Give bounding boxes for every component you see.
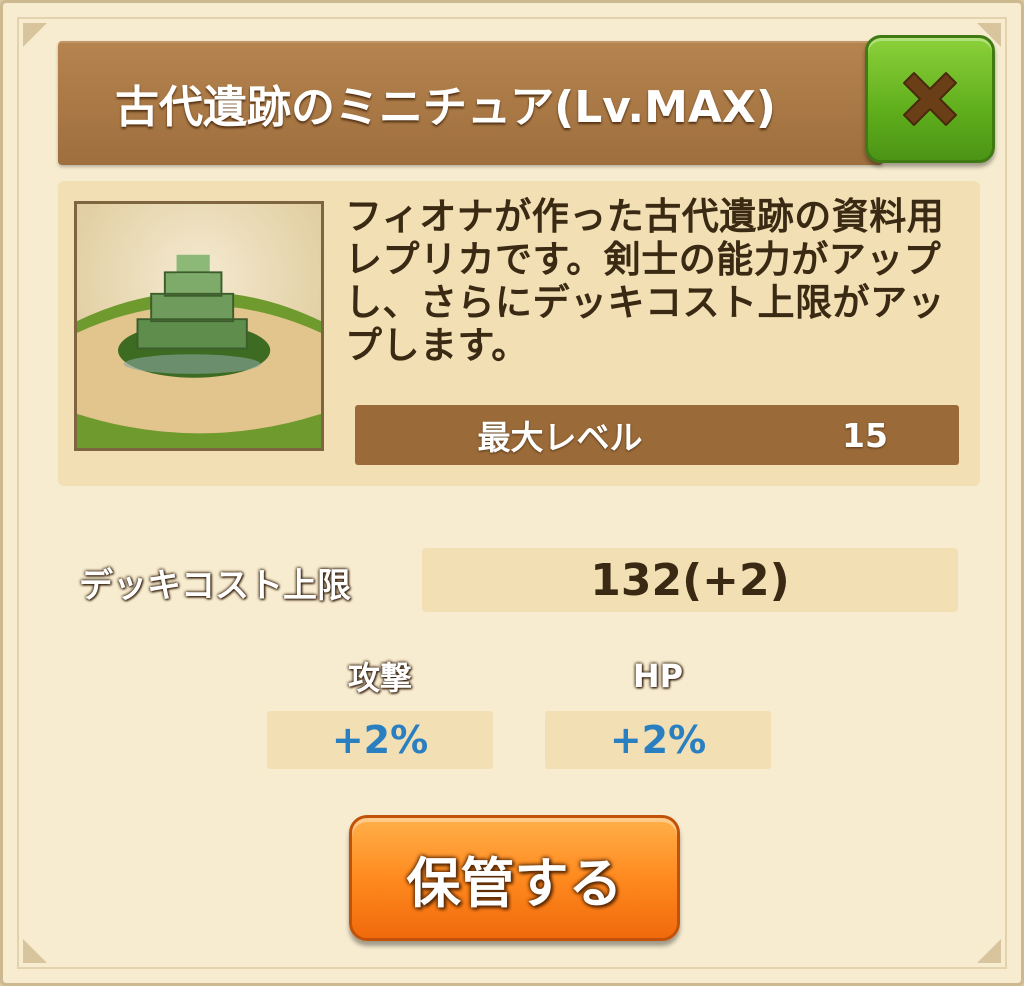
store-button[interactable]: 保管する: [349, 815, 680, 941]
deck-cost-label: デッキコスト上限: [79, 565, 351, 606]
corner-ornament-icon: [975, 937, 1003, 965]
ancient-ruins-miniature-icon: [74, 201, 324, 451]
close-button[interactable]: [865, 35, 995, 163]
attack-value: +2%: [267, 711, 493, 769]
max-level-bar: 最大レベル 15: [355, 405, 959, 465]
item-description: フィオナが作った古代遺跡の資料用レプリカです。剣士の能力がアップし、さらにデッキ…: [345, 195, 945, 367]
max-level-label: 最大レベル: [477, 418, 643, 457]
attack-label: 攻撃: [347, 659, 412, 697]
max-level-value: 15: [842, 415, 888, 455]
hp-label: HP: [632, 657, 684, 695]
dialog-title-bar: 古代遺跡のミニチュア(Lv.MAX): [58, 41, 883, 165]
deck-cost-value: 132(+2): [422, 548, 958, 612]
corner-ornament-icon: [21, 21, 49, 49]
hp-value: +2%: [545, 711, 771, 769]
dialog-title: 古代遺跡のミニチュア(Lv.MAX): [115, 82, 776, 133]
corner-ornament-icon: [21, 937, 49, 965]
item-detail-dialog: 古代遺跡のミニチュア(Lv.MAX) フィオナが作った古代遺跡の資料用レプリカで…: [0, 0, 1024, 986]
close-x-icon: [903, 72, 957, 126]
item-info-box: フィオナが作った古代遺跡の資料用レプリカです。剣士の能力がアップし、さらにデッキ…: [58, 181, 980, 486]
store-button-label: 保管する: [406, 851, 623, 915]
